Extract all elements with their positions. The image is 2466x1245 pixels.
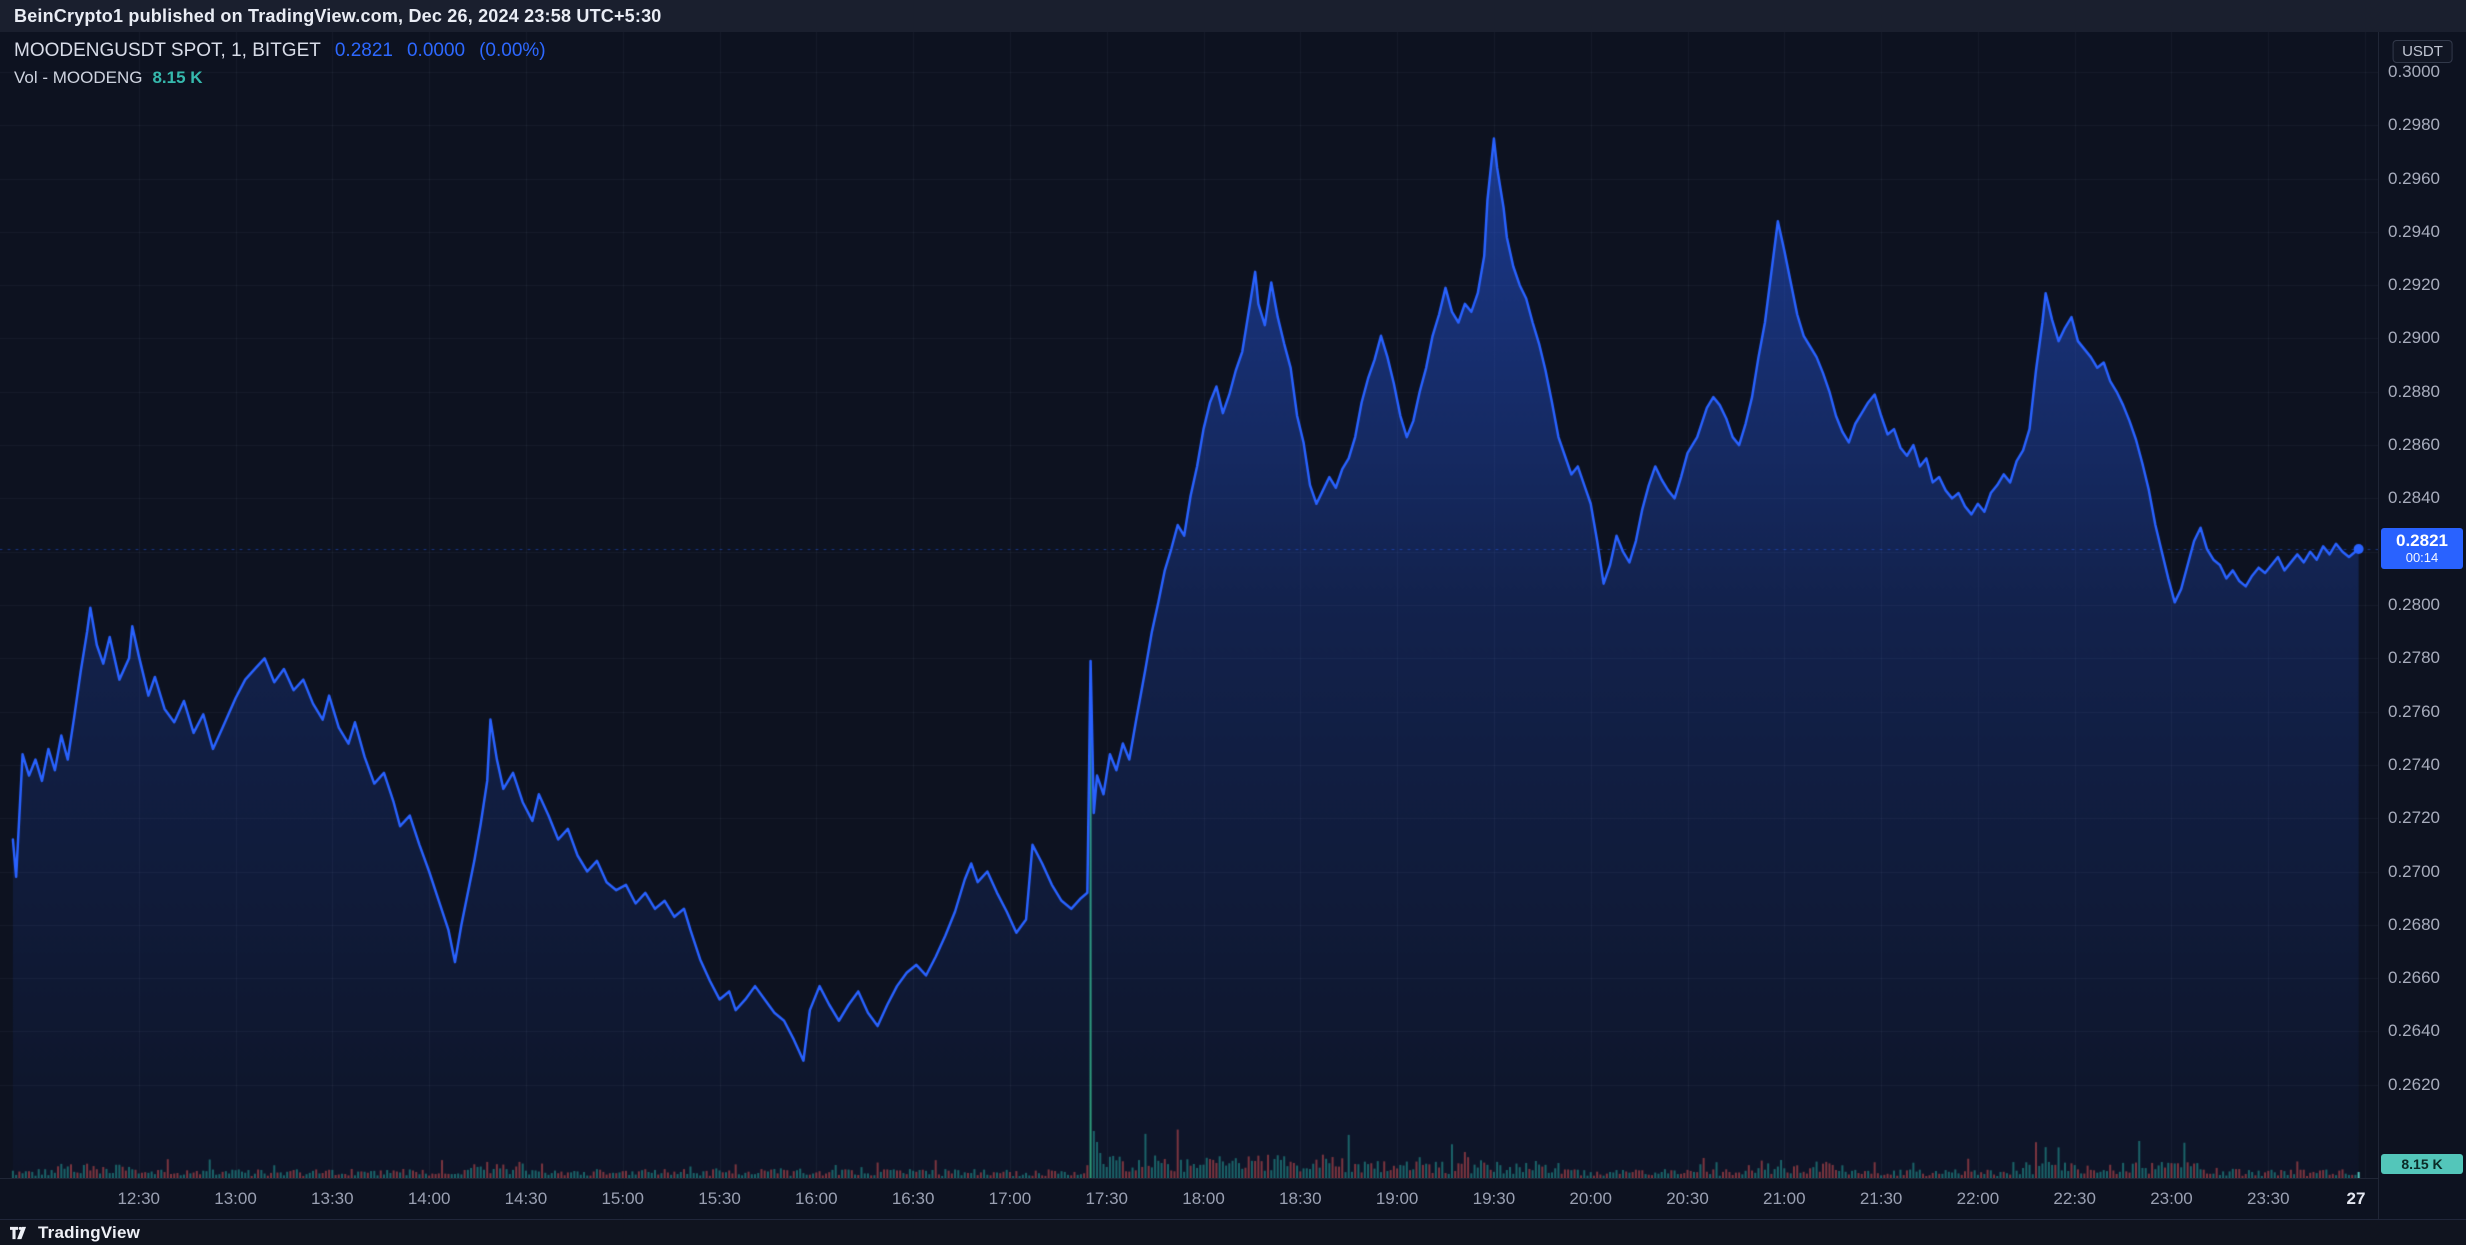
price-tick-label: 0.2700 xyxy=(2388,863,2440,881)
price-tick-label: 0.2640 xyxy=(2388,1022,2440,1040)
time-tick-label: 15:00 xyxy=(601,1189,644,1209)
chart-legend: MOODENGUSDT SPOT, 1, BITGET 0.2821 0.000… xyxy=(14,40,546,88)
time-tick-label: 16:00 xyxy=(795,1189,838,1209)
legend-row-volume: Vol - MOODENG 8.15 K xyxy=(14,68,546,88)
legend-row-symbol: MOODENGUSDT SPOT, 1, BITGET 0.2821 0.000… xyxy=(14,40,546,62)
time-tick-label: 22:30 xyxy=(2053,1189,2096,1209)
attribution-bar: BeinCrypto1 published on TradingView.com… xyxy=(0,0,2466,32)
time-tick-label: 14:00 xyxy=(408,1189,451,1209)
price-tick-label: 0.2760 xyxy=(2388,703,2440,721)
price-tick-label: 0.2920 xyxy=(2388,276,2440,294)
symbol-title[interactable]: MOODENGUSDT SPOT, 1, BITGET xyxy=(14,40,321,62)
time-tick-label: 23:30 xyxy=(2247,1189,2290,1209)
time-tick-label: 16:30 xyxy=(892,1189,935,1209)
price-tick-label: 0.2980 xyxy=(2388,116,2440,134)
current-price-value: 0.2821 xyxy=(2381,531,2463,550)
currency-unit-label[interactable]: USDT xyxy=(2392,40,2453,63)
time-tick-label: 23:00 xyxy=(2150,1189,2193,1209)
volume-indicator-value: 8.15 K xyxy=(152,68,202,88)
time-tick-label: 19:30 xyxy=(1473,1189,1516,1209)
time-tick-label: 18:30 xyxy=(1279,1189,1322,1209)
footer-bar: TradingView xyxy=(0,1219,2466,1245)
time-tick-label: 22:00 xyxy=(1957,1189,2000,1209)
time-tick-label: 12:30 xyxy=(117,1189,160,1209)
time-tick-label: 21:00 xyxy=(1763,1189,1806,1209)
price-tick-label: 0.2740 xyxy=(2388,756,2440,774)
current-price-badge: 0.2821 00:14 xyxy=(2381,528,2463,569)
time-tick-label: 15:30 xyxy=(698,1189,741,1209)
time-tick-label: 27 xyxy=(2347,1189,2366,1209)
price-tick-label: 0.2880 xyxy=(2388,383,2440,401)
price-tick-label: 0.2800 xyxy=(2388,596,2440,614)
price-axis[interactable]: USDT 0.2821 00:14 8.15 K 0.3000 0.2980 0.2… xyxy=(2378,32,2466,1219)
volume-indicator-label[interactable]: Vol - MOODENG xyxy=(14,68,142,88)
time-tick-label: 19:00 xyxy=(1376,1189,1419,1209)
price-tick-label: 0.2680 xyxy=(2388,916,2440,934)
price-change-value: 0.0000 xyxy=(407,40,465,62)
time-tick-label: 13:00 xyxy=(214,1189,257,1209)
price-tick-label: 0.3000 xyxy=(2388,63,2440,81)
bar-countdown: 00:14 xyxy=(2381,550,2463,565)
time-tick-label: 14:30 xyxy=(505,1189,548,1209)
price-chart-canvas[interactable] xyxy=(0,32,2378,1178)
price-tick-label: 0.2840 xyxy=(2388,489,2440,507)
time-tick-label: 18:00 xyxy=(1182,1189,1225,1209)
tradingview-logo-icon[interactable] xyxy=(10,1223,31,1243)
price-tick-label: 0.2860 xyxy=(2388,436,2440,454)
price-tick-label: 0.2660 xyxy=(2388,969,2440,987)
price-tick-label: 0.2900 xyxy=(2388,329,2440,347)
time-tick-label: 20:00 xyxy=(1569,1189,1612,1209)
tradingview-brand-text[interactable]: TradingView xyxy=(38,1223,140,1243)
price-tick-label: 0.2940 xyxy=(2388,223,2440,241)
time-tick-label: 13:30 xyxy=(311,1189,354,1209)
last-price-value: 0.2821 xyxy=(335,40,393,62)
price-tick-label: 0.2620 xyxy=(2388,1076,2440,1094)
price-tick-label: 0.2960 xyxy=(2388,170,2440,188)
time-tick-label: 17:30 xyxy=(1085,1189,1128,1209)
chart-area: MOODENGUSDT SPOT, 1, BITGET 0.2821 0.000… xyxy=(0,32,2466,1219)
time-axis[interactable]: 12:30 13:00 13:30 14:00 14:30 15:00 15:30 16:00… xyxy=(0,1178,2378,1219)
price-tick-label: 0.2780 xyxy=(2388,649,2440,667)
time-tick-label: 17:00 xyxy=(989,1189,1032,1209)
current-volume-badge: 8.15 K xyxy=(2381,1154,2463,1174)
price-tick-label: 0.2720 xyxy=(2388,809,2440,827)
attribution-text: BeinCrypto1 published on TradingView.com… xyxy=(14,6,662,27)
time-tick-label: 21:30 xyxy=(1860,1189,1903,1209)
time-tick-label: 20:30 xyxy=(1666,1189,1709,1209)
price-change-percent: (0.00%) xyxy=(479,40,546,62)
